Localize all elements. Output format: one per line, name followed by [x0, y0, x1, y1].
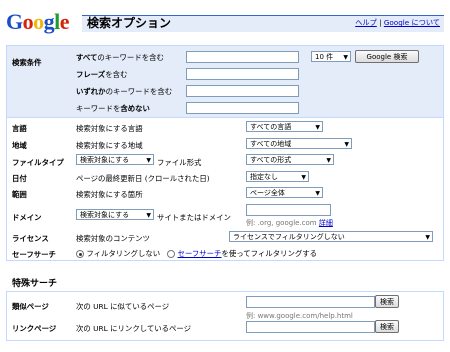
language-value: すべての言語 — [250, 123, 292, 131]
filetype-mode-value: 検索対象にする — [80, 156, 130, 164]
all-words-label: すべてのキーワードを含む — [76, 52, 164, 63]
domain-detail-link[interactable]: 詳細 — [319, 219, 333, 227]
region-value: すべての地域 — [250, 140, 292, 148]
region-label: 地域 — [12, 141, 27, 150]
logo-letter: o — [33, 9, 44, 34]
date-label: 日付 — [12, 174, 27, 183]
domain-input[interactable] — [246, 204, 331, 216]
similar-url-input[interactable] — [246, 296, 375, 308]
link-separator: | — [379, 18, 382, 27]
license-label: ライセンス — [12, 234, 49, 243]
safesearch-options: フィルタリングしない セーフサーチを使ってフィルタリングする — [76, 248, 317, 259]
filetype-label: ファイルタイプ — [12, 158, 64, 167]
domain-example: 例: .org, google.com — [246, 219, 317, 227]
logo-letter: e — [59, 9, 70, 34]
similar-pages-desc: 次の URL に似ているページ — [76, 302, 170, 311]
safesearch-label: セーフサーチ — [12, 250, 56, 259]
all-words-bold: すべて — [76, 53, 98, 62]
occurrence-value: ページ全体 — [250, 189, 285, 197]
safesearch-on-label: を使ってフィルタリングする — [221, 249, 318, 258]
page-title: 検索オプション — [87, 16, 172, 30]
chevron-down-icon: ▼ — [343, 54, 348, 61]
occurrence-label: 範囲 — [12, 190, 27, 199]
filetype-value: すべての形式 — [250, 156, 292, 164]
chevron-down-icon: ▼ — [146, 212, 151, 219]
safesearch-on-radio[interactable] — [167, 250, 176, 258]
filetype-select[interactable]: すべての形式 ▼ — [246, 154, 334, 165]
phrase-rest: を含む — [105, 70, 128, 79]
phrase-label: フレーズを含む — [76, 69, 127, 80]
exclude-words-label: キーワードを含めない — [76, 103, 150, 114]
similar-search-button[interactable]: 検索 — [375, 295, 399, 308]
language-label: 言語 — [12, 124, 27, 133]
domain-hint: 例: .org, google.com 詳細 — [246, 218, 333, 228]
chevron-down-icon: ▼ — [315, 124, 320, 131]
safesearch-off-radio[interactable] — [76, 250, 84, 258]
date-value: 指定なし — [250, 173, 278, 181]
chevron-down-icon: ▼ — [425, 234, 430, 241]
help-link[interactable]: ヘルプ — [355, 18, 377, 27]
results-per-page-value: 10 件 — [315, 53, 334, 61]
phrase-input[interactable] — [186, 68, 299, 80]
chevron-down-icon: ▼ — [344, 141, 349, 148]
occurrence-desc: 検索対象にする箇所 — [76, 190, 143, 199]
domain-mode-select[interactable]: 検索対象にする ▼ — [76, 209, 154, 220]
chevron-down-icon: ▼ — [146, 157, 151, 164]
similar-pages-label: 類似ページ — [12, 302, 49, 311]
any-words-rest: のキーワードを含む — [105, 87, 173, 96]
any-words-input[interactable] — [186, 85, 299, 97]
domain-mode-value: 検索対象にする — [80, 211, 130, 219]
link-pages-label: リンクページ — [12, 324, 57, 333]
any-words-bold: いずれか — [76, 87, 106, 96]
domain-desc: サイトまたはドメイン — [157, 213, 231, 222]
license-select[interactable]: ライセンスでフィルタリングしない ▼ — [229, 231, 433, 242]
about-google-link[interactable]: Google について — [384, 18, 440, 27]
license-desc: 検索対象のコンテンツ — [76, 234, 150, 243]
occurrence-select[interactable]: ページ全体 ▼ — [246, 187, 323, 198]
chevron-down-icon: ▼ — [301, 174, 306, 181]
all-words-rest: のキーワードを含む — [97, 53, 164, 62]
keyword-section-label: 検索条件 — [12, 58, 42, 67]
phrase-bold: フレーズ — [76, 70, 106, 79]
date-select[interactable]: 指定なし ▼ — [246, 171, 309, 182]
top-links: ヘルプ | Google について — [355, 18, 440, 28]
exclude-words-rest: キーワードを — [76, 104, 121, 113]
region-desc: 検索対象にする地域 — [76, 141, 143, 150]
exclude-words-input[interactable] — [186, 102, 299, 114]
logo-letter: G — [6, 9, 23, 34]
license-value: ライセンスでフィルタリングしない — [233, 233, 345, 241]
filetype-desc: ファイル形式 — [157, 158, 202, 167]
language-select[interactable]: すべての言語 ▼ — [246, 121, 323, 132]
google-logo[interactable]: Google — [6, 9, 70, 34]
link-search-button[interactable]: 検索 — [375, 320, 399, 333]
chevron-down-icon: ▼ — [315, 190, 320, 197]
domain-label: ドメイン — [12, 213, 42, 222]
all-words-input[interactable] — [186, 51, 299, 63]
link-pages-desc: 次の URL にリンクしているページ — [76, 324, 192, 333]
safesearch-link[interactable]: セーフサーチ — [178, 249, 222, 258]
google-search-button[interactable]: Google 検索 — [355, 50, 419, 63]
logo-letter: g — [43, 9, 55, 34]
exclude-words-bold: 含めない — [120, 104, 150, 113]
special-search-title: 特殊サーチ — [12, 279, 58, 289]
logo-letter: o — [22, 9, 34, 34]
language-desc: 検索対象にする言語 — [76, 124, 143, 133]
safesearch-off-label: フィルタリングしない — [86, 249, 161, 258]
filetype-mode-select[interactable]: 検索対象にする ▼ — [76, 154, 154, 165]
any-words-label: いずれかのキーワードを含む — [76, 86, 172, 97]
region-select[interactable]: すべての地域 ▼ — [246, 138, 352, 149]
similar-url-hint: 例: www.google.com/help.html — [246, 312, 353, 320]
date-desc: ページの最終更新日 (クロールされた日) — [76, 174, 210, 183]
link-url-input[interactable] — [246, 321, 375, 333]
results-per-page-select[interactable]: 10 件 ▼ — [311, 51, 351, 62]
chevron-down-icon: ▼ — [326, 157, 331, 164]
